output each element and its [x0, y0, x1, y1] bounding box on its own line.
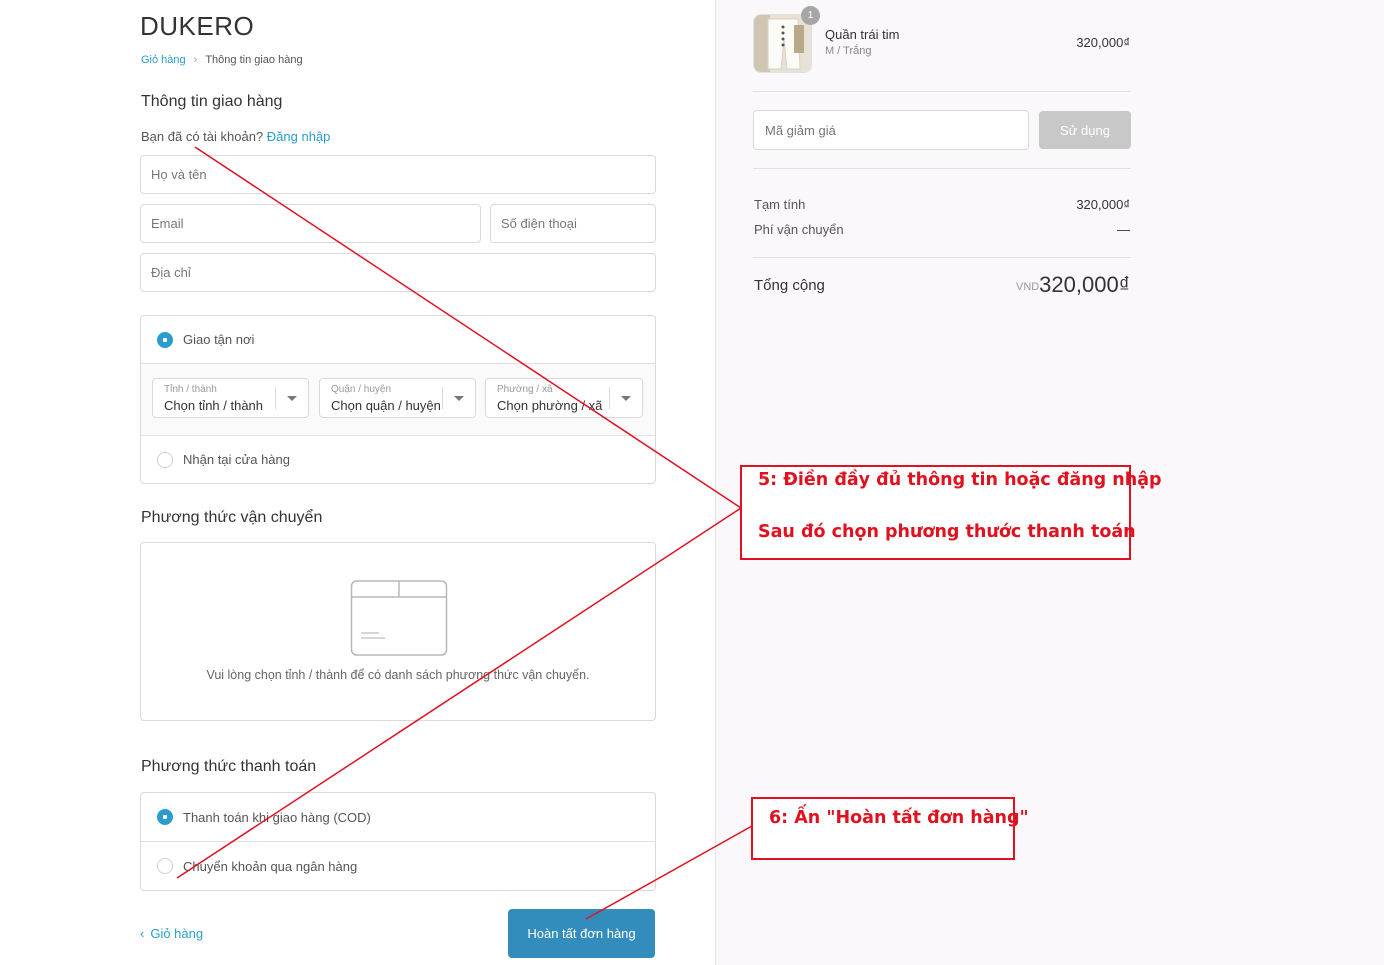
ward-value: Chọn phường / xã	[497, 398, 603, 413]
total-currency: VND	[1016, 281, 1040, 293]
product-variant: M / Trắng	[825, 45, 872, 57]
back-to-cart-link[interactable]: ‹ Giỏ hàng	[140, 926, 203, 941]
select-divider	[275, 387, 276, 409]
subtotal-value: 320,000₫	[1076, 197, 1130, 212]
empty-box-icon	[350, 580, 448, 656]
payment-cod-label: Thanh toán khi giao hàng (COD)	[183, 809, 371, 825]
province-select[interactable]: Tỉnh / thành Chọn tỉnh / thành	[152, 378, 309, 418]
annotation-step6-text: 6: Ấn "Hoàn tất đơn hàng"	[769, 808, 1029, 828]
breadcrumb-cart-link[interactable]: Giỏ hàng	[141, 54, 186, 66]
login-link[interactable]: Đăng nhập	[267, 129, 331, 144]
payment-bank-option[interactable]: Chuyển khoản qua ngân hàng	[141, 842, 655, 890]
annotation-step5-line1: 5: Điền đầy đủ thông tin hoặc đăng nhập	[758, 470, 1162, 490]
address-placeholder: Địa chỉ	[151, 265, 191, 280]
annotation-step6: 6: Ấn "Hoàn tất đơn hàng"	[751, 797, 1029, 860]
shipping-fee-value: —	[1117, 222, 1130, 237]
shipping-method-empty: Vui lòng chọn tỉnh / thành để có danh sá…	[140, 542, 656, 721]
select-divider	[442, 387, 443, 409]
chevron-left-icon: ‹	[140, 926, 145, 941]
shipping-method-title: Phương thức vận chuyển	[141, 509, 323, 526]
account-prompt: Bạn đã có tài khoản? Đăng nhập	[141, 129, 330, 144]
shipping-info-title: Thông tin giao hàng	[141, 93, 283, 110]
ward-select[interactable]: Phường / xã Chọn phường / xã	[485, 378, 643, 418]
account-prompt-text: Bạn đã có tài khoản?	[141, 129, 264, 144]
address-input[interactable]: Địa chỉ	[140, 253, 656, 292]
store-logo[interactable]: DUKERO	[140, 11, 254, 42]
select-divider	[609, 387, 610, 409]
divider	[753, 91, 1131, 92]
payment-cod-radio[interactable]	[157, 809, 173, 825]
location-selectors: Tỉnh / thành Chọn tỉnh / thành Quận / hu…	[141, 364, 655, 436]
shipping-empty-message: Vui lòng chọn tỉnh / thành để có danh sá…	[206, 668, 590, 682]
apply-discount-button[interactable]: Sử dụng	[1039, 111, 1131, 149]
phone-input[interactable]: Số điện thoại	[490, 204, 656, 243]
district-value: Chọn quận / huyện	[331, 398, 441, 413]
district-select[interactable]: Quận / huyện Chọn quận / huyện	[319, 378, 476, 418]
discount-code-placeholder: Mã giảm giá	[765, 122, 836, 138]
complete-order-button[interactable]: Hoàn tất đơn hàng	[508, 909, 655, 958]
quantity-badge: 1	[801, 6, 820, 25]
province-value: Chọn tỉnh / thành	[164, 398, 264, 413]
store-pickup-label: Nhận tại cửa hàng	[183, 452, 290, 467]
payment-options: Thanh toán khi giao hàng (COD) Chuyển kh…	[140, 792, 656, 891]
home-delivery-option[interactable]: Giao tận nơi	[141, 316, 655, 364]
chevron-right-icon: ›	[193, 54, 198, 66]
shipping-fee-label: Phí vận chuyển	[754, 222, 844, 237]
product-name: Quần trái tim	[825, 27, 900, 42]
home-delivery-label: Giao tận nơi	[183, 332, 255, 347]
chevron-down-icon	[454, 396, 464, 401]
payment-method-title: Phương thức thanh toán	[141, 758, 317, 775]
divider	[753, 257, 1131, 258]
ward-label: Phường / xã	[497, 384, 553, 395]
total-label: Tổng cộng	[754, 277, 825, 294]
product-image-icon	[754, 15, 811, 72]
chevron-down-icon	[621, 396, 631, 401]
annotation-step5: 5: Điền đầy đủ thông tin hoặc đăng nhập …	[740, 465, 1162, 560]
payment-bank-label: Chuyển khoản qua ngân hàng	[183, 858, 358, 874]
email-placeholder: Email	[151, 216, 184, 231]
back-to-cart-label: Giỏ hàng	[150, 926, 204, 941]
subtotal-label: Tạm tính	[754, 197, 806, 212]
payment-bank-radio[interactable]	[157, 858, 173, 874]
product-thumbnail	[753, 14, 812, 73]
payment-cod-option[interactable]: Thanh toán khi giao hàng (COD)	[141, 793, 655, 842]
total-value: 320,000₫	[1039, 272, 1130, 297]
province-label: Tỉnh / thành	[164, 384, 217, 395]
full-name-placeholder: Họ và tên	[151, 167, 207, 182]
full-name-input[interactable]: Họ và tên	[140, 155, 656, 194]
store-pickup-radio[interactable]	[157, 451, 173, 468]
annotation-step5-line2: Sau đó chọn phương thước thanh toán	[758, 522, 1136, 542]
discount-code-input[interactable]: Mã giảm giá	[753, 110, 1029, 150]
email-input[interactable]: Email	[140, 204, 481, 243]
home-delivery-radio[interactable]	[157, 331, 173, 348]
product-price: 320,000₫	[1076, 35, 1130, 50]
district-label: Quận / huyện	[331, 384, 392, 395]
breadcrumb: Giỏ hàng › Thông tin giao hàng	[141, 54, 303, 66]
delivery-options: Giao tận nơi Tỉnh / thành Chọn tỉnh / th…	[140, 315, 656, 484]
divider	[753, 168, 1131, 169]
breadcrumb-current: Thông tin giao hàng	[205, 54, 303, 66]
phone-placeholder: Số điện thoại	[501, 216, 577, 231]
chevron-down-icon	[287, 396, 297, 401]
store-pickup-option[interactable]: Nhận tại cửa hàng	[141, 436, 655, 483]
